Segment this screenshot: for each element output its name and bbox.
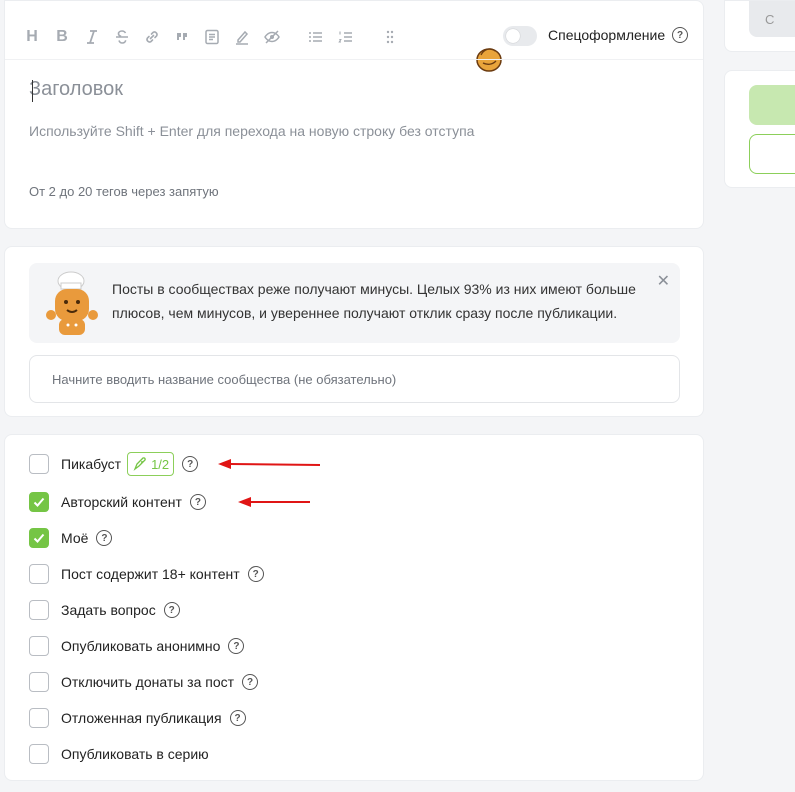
- checkbox[interactable]: [29, 708, 49, 728]
- checkbox[interactable]: [29, 528, 49, 548]
- bold-icon[interactable]: B: [49, 23, 75, 51]
- chef-mascot-icon: [46, 271, 98, 335]
- option-label: Опубликовать в серию: [61, 746, 209, 762]
- option-scheduled[interactable]: Отложенная публикация ?: [29, 707, 246, 729]
- help-icon[interactable]: ?: [189, 494, 206, 510]
- community-card: Посты в сообществах реже получают минусы…: [4, 246, 704, 417]
- eye-off-icon[interactable]: [259, 23, 285, 51]
- option-label: Опубликовать анонимно: [61, 638, 221, 654]
- checkbox[interactable]: [29, 454, 49, 474]
- help-icon[interactable]: ?: [182, 456, 199, 472]
- spec-toggle-label: Спецоформление: [548, 27, 666, 43]
- body-input[interactable]: Используйте Shift + Enter для перехода н…: [29, 123, 474, 139]
- tags-input[interactable]: От 2 до 20 тегов через запятую: [29, 184, 219, 199]
- notice-text: Посты в сообществах реже получают минусы…: [112, 281, 636, 321]
- community-search-input[interactable]: [29, 355, 680, 403]
- close-icon[interactable]: ✕: [657, 271, 670, 291]
- option-series[interactable]: Опубликовать в серию: [29, 743, 209, 765]
- option-mine[interactable]: Моё ?: [29, 527, 113, 549]
- title-input[interactable]: Заголовок: [29, 78, 123, 101]
- help-icon[interactable]: ?: [163, 602, 180, 618]
- check-icon: [33, 533, 45, 543]
- help-icon[interactable]: ?: [228, 638, 245, 654]
- checkbox[interactable]: [29, 744, 49, 764]
- option-label: Отложенная публикация: [61, 710, 222, 726]
- draft-button[interactable]: [749, 134, 795, 174]
- check-icon: [33, 497, 45, 507]
- help-icon[interactable]: ?: [672, 27, 688, 43]
- right-panel-actions: [724, 70, 795, 188]
- boost-count: 1/2: [151, 456, 170, 472]
- pointer-hand-cursor-icon: [476, 48, 502, 72]
- checkbox[interactable]: [29, 564, 49, 584]
- drag-handle-icon[interactable]: [377, 23, 403, 51]
- editor-toolbar: H B: [19, 21, 403, 53]
- toolbar-divider: [5, 59, 703, 60]
- publish-button[interactable]: [749, 85, 795, 125]
- option-label: Авторский контент: [61, 494, 182, 510]
- option-label: Отключить донаты за пост: [61, 674, 235, 690]
- quote-icon[interactable]: [169, 23, 195, 51]
- option-label: Пикабуст: [61, 456, 122, 472]
- checkbox[interactable]: [29, 492, 49, 512]
- option-pikaboost[interactable]: Пикабуст 1/2 ?: [29, 452, 199, 476]
- link-icon[interactable]: [139, 23, 165, 51]
- option-ask-question[interactable]: Задать вопрос ?: [29, 599, 180, 621]
- option-authored-content[interactable]: Авторский контент ?: [29, 491, 206, 513]
- bullet-list-icon[interactable]: [303, 23, 329, 51]
- annotation-arrow-icon: [218, 459, 321, 469]
- toggle-knob: [506, 29, 520, 43]
- document-icon[interactable]: [199, 23, 225, 51]
- annotation-arrow-icon: [238, 497, 310, 507]
- strikethrough-icon[interactable]: [109, 23, 135, 51]
- help-icon[interactable]: ?: [247, 566, 264, 582]
- option-label: Пост содержит 18+ контент: [61, 566, 240, 582]
- checkbox[interactable]: [29, 672, 49, 692]
- option-disable-donations[interactable]: Отключить донаты за пост ?: [29, 671, 259, 693]
- spec-toggle[interactable]: [503, 26, 537, 46]
- option-label: Моё: [61, 530, 89, 546]
- heading-icon[interactable]: H: [19, 23, 45, 51]
- post-options: Пикабуст 1/2 ? Авторский контент ? Моё ?…: [4, 434, 704, 781]
- option-label: Задать вопрос: [61, 602, 156, 618]
- option-adult-content[interactable]: Пост содержит 18+ контент ?: [29, 563, 264, 585]
- numbered-list-icon[interactable]: [333, 23, 359, 51]
- checkbox[interactable]: [29, 600, 49, 620]
- italic-icon[interactable]: [79, 23, 105, 51]
- option-anonymous[interactable]: Опубликовать анонимно ?: [29, 635, 245, 657]
- highlighter-icon[interactable]: [229, 23, 255, 51]
- text-caret: [32, 80, 33, 102]
- post-editor: H B Спецоформление ? Заголовок Используй…: [4, 0, 704, 229]
- boost-badge[interactable]: 1/2: [127, 452, 175, 476]
- help-icon[interactable]: ?: [229, 710, 246, 726]
- rocket-icon: [133, 457, 146, 471]
- help-icon[interactable]: ?: [96, 530, 113, 546]
- checkbox[interactable]: [29, 636, 49, 656]
- help-icon[interactable]: ?: [242, 674, 259, 690]
- right-panel-top: С: [724, 0, 795, 52]
- community-notice: Посты в сообществах реже получают минусы…: [29, 263, 680, 343]
- secondary-button[interactable]: С: [749, 1, 795, 37]
